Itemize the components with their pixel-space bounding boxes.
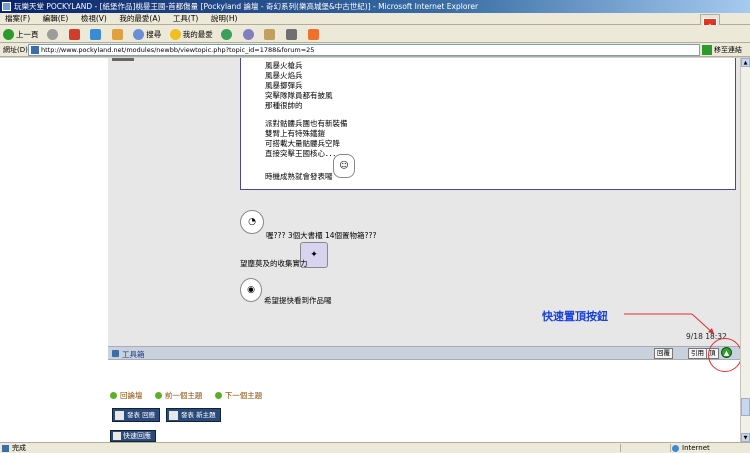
history-icon [242, 28, 254, 40]
vertical-scrollbar[interactable]: ▲ ▼ [740, 58, 750, 442]
annotation-circle [708, 338, 740, 372]
back-to-forum-link[interactable]: 回論壇 [110, 391, 143, 400]
forum-nav-links: 回論壇 前一個主題 下一個主題 [110, 390, 272, 401]
ie-icon [2, 2, 11, 11]
annotation-arrow [624, 313, 715, 335]
menu-file[interactable]: 檔案(F) [0, 13, 35, 25]
status-bar: 完成 Internet [0, 442, 750, 453]
stop-icon [68, 28, 80, 40]
back-arrow-icon [3, 28, 14, 40]
menu-tools[interactable]: 工具(T) [168, 13, 203, 25]
menu-edit[interactable]: 編輯(E) [38, 13, 74, 25]
window-title: 玩樂天堂 POCKYLAND - [紙堡作品]桃曼王國-首都傷量 [Pockyl… [14, 2, 479, 11]
page-viewport: 風暴火槍兵 風暴火焰兵 風暴擲彈兵 突擊隊隊員都有披風 那種很帥的 派對骷髏兵團… [0, 58, 740, 442]
quick-reply-button[interactable]: 快速回應 [110, 430, 156, 442]
mail-icon [264, 28, 276, 40]
print-button[interactable] [283, 26, 302, 42]
page-icon [31, 46, 39, 54]
menu-favorites[interactable]: 我的最愛(A) [114, 13, 165, 25]
history-button[interactable] [240, 26, 259, 42]
links-button[interactable]: 連結 [728, 45, 742, 55]
search-button[interactable]: 搜尋 [130, 26, 164, 42]
menu-bar: 檔案(F) 編輯(E) 檢視(V) 我的最愛(A) 工具(T) 說明(H) [0, 13, 750, 25]
window-titlebar: 玩樂天堂 POCKYLAND - [紙堡作品]桃曼王國-首都傷量 [Pockyl… [0, 0, 750, 13]
search-icon [133, 28, 145, 40]
post-reply-button[interactable]: 發表 回應 [112, 408, 161, 422]
stop-button[interactable] [66, 26, 85, 42]
browser-toolbar: 上一頁 搜尋 我的最愛 [0, 25, 750, 43]
reply-quote-button[interactable]: 回覆 [654, 348, 673, 359]
forward-button[interactable] [44, 26, 63, 42]
quote-button[interactable]: 引用 [688, 348, 707, 359]
toolbox-label[interactable]: 工具箱 [112, 349, 145, 360]
scroll-thumb[interactable] [741, 398, 750, 416]
status-divider [620, 444, 621, 452]
media-button[interactable] [218, 26, 237, 42]
post-toolbar: 工具箱 回覆 引用 頂 [108, 346, 740, 360]
next-topic-link[interactable]: 下一個主題 [215, 391, 263, 400]
address-input[interactable]: http://www.pockyland.net/modules/newbb/v… [28, 44, 700, 56]
back-button[interactable]: 上一頁 [0, 26, 42, 42]
scroll-down-icon[interactable]: ▼ [741, 433, 750, 442]
media-icon [221, 28, 233, 40]
scroll-up-icon[interactable]: ▲ [741, 58, 750, 67]
address-bar: 網址(D) http://www.pockyland.net/modules/n… [0, 43, 750, 57]
home-icon [111, 28, 123, 40]
new-topic-button[interactable]: 發表 新主題 [166, 408, 221, 422]
favorites-button[interactable]: 我的最愛 [167, 26, 216, 42]
messenger-icon [307, 28, 319, 40]
home-button[interactable] [109, 26, 128, 42]
print-icon [285, 28, 297, 40]
star-icon [169, 28, 181, 40]
prev-topic-link[interactable]: 前一個主題 [155, 391, 203, 400]
status-divider [670, 444, 671, 452]
security-zone: Internet [672, 444, 710, 452]
go-button[interactable]: 移至 [702, 44, 728, 56]
refresh-icon [90, 28, 102, 40]
menu-help[interactable]: 說明(H) [206, 13, 243, 25]
refresh-button[interactable] [87, 26, 106, 42]
status-text: 完成 [2, 444, 26, 452]
address-label: 網址(D) [3, 46, 28, 54]
mail-button[interactable] [261, 26, 280, 42]
menu-view[interactable]: 檢視(V) [76, 13, 112, 25]
forward-arrow-icon [47, 28, 59, 40]
messenger-button[interactable] [305, 26, 324, 42]
